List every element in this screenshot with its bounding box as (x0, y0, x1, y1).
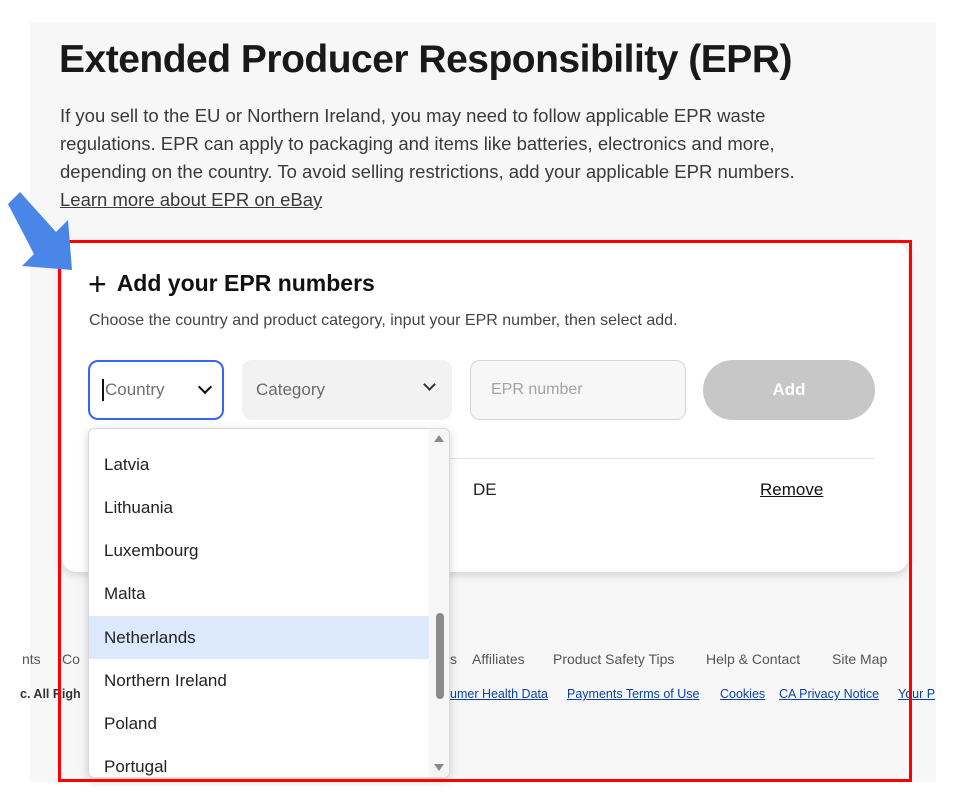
intro-line: depending on the country. To avoid selli… (60, 161, 795, 182)
category-placeholder: Category (256, 380, 325, 399)
footer-link[interactable]: Site Map (832, 651, 887, 667)
remove-link[interactable]: Remove (760, 480, 823, 500)
footer-link[interactable]: Co (62, 651, 80, 667)
country-option-highlighted[interactable]: Netherlands (89, 616, 431, 659)
footer-legal-link[interactable]: umer Health Data (450, 687, 548, 701)
category-select[interactable]: Category (242, 360, 452, 420)
page-title: Extended Producer Responsibility (EPR) (59, 38, 792, 81)
country-option[interactable]: Poland (89, 702, 431, 745)
country-option[interactable]: Portugal (89, 745, 431, 777)
chevron-down-icon (197, 379, 213, 395)
footer-link[interactable]: s (450, 651, 457, 667)
footer-legal-link[interactable]: Your P (898, 687, 935, 701)
entry-country: DE (473, 480, 497, 499)
epr-number-input[interactable] (470, 360, 686, 420)
chevron-down-icon (423, 378, 436, 391)
footer-link[interactable]: Product Safety Tips (553, 651, 674, 667)
country-option[interactable]: Malta (89, 572, 431, 615)
add-button[interactable]: Add (703, 360, 875, 420)
footer-link[interactable]: nts (22, 651, 41, 667)
intro-line: If you sell to the EU or Northern Irelan… (60, 105, 766, 126)
add-epr-title: Add your EPR numbers (116, 270, 375, 296)
footer-legal-link[interactable]: Payments Terms of Use (567, 687, 699, 701)
text-cursor (102, 379, 104, 401)
country-option[interactable]: Northern Ireland (89, 659, 431, 702)
country-placeholder: Country (105, 380, 165, 399)
add-epr-heading: + Add your EPR numbers (88, 265, 375, 302)
footer-legal-link[interactable]: Cookies (720, 687, 765, 701)
divider (450, 458, 875, 459)
footer-legal-link[interactable]: CA Privacy Notice (779, 687, 879, 701)
add-epr-subtitle: Choose the country and product category,… (89, 312, 678, 329)
country-option[interactable]: Luxembourg (89, 529, 431, 572)
learn-more-link[interactable]: Learn more about EPR on eBay (60, 189, 322, 210)
country-option[interactable]: Lithuania (89, 486, 431, 529)
scroll-up-arrow-icon[interactable] (434, 435, 444, 442)
country-option[interactable]: Latvia (89, 443, 431, 486)
dropdown-scrollbar[interactable] (429, 429, 449, 777)
footer-link[interactable]: Affiliates (472, 651, 525, 667)
footer-link[interactable]: Help & Contact (706, 651, 800, 667)
country-dropdown-list: Latvia Lithuania Luxembourg Malta Nether… (88, 428, 450, 778)
country-select[interactable]: Country (88, 360, 224, 420)
plus-icon: + (88, 265, 107, 302)
scrollbar-thumb[interactable] (436, 613, 444, 699)
scroll-down-arrow-icon[interactable] (434, 764, 444, 771)
intro-line: regulations. EPR can apply to packaging … (60, 133, 775, 154)
intro-text: If you sell to the EU or Northern Irelan… (60, 102, 900, 214)
footer-legal-text: c. All Righ (20, 687, 81, 701)
